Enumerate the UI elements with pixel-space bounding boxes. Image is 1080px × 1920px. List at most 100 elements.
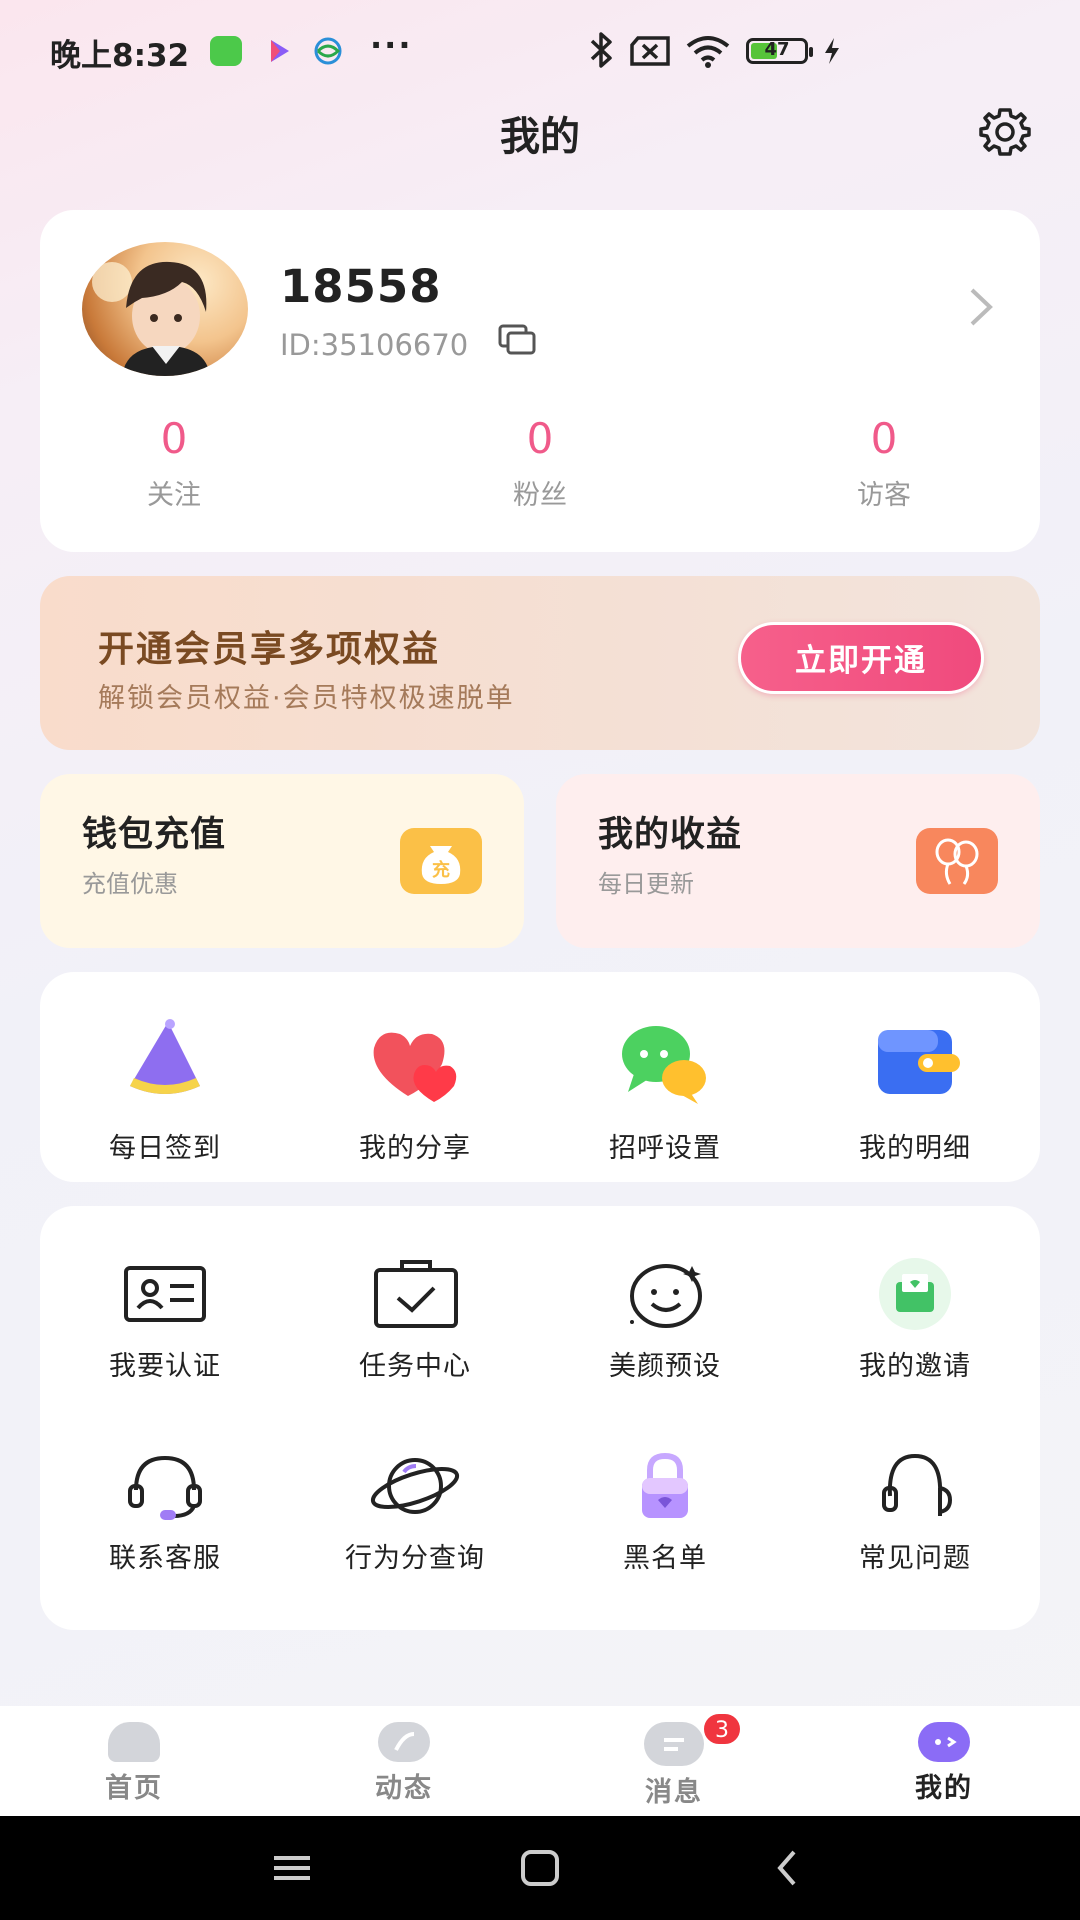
network-app-notification-icon: [312, 36, 344, 66]
bottom-nav: 首页 动态 消息 我的: [0, 1706, 1080, 1816]
no-sim-icon: [628, 36, 672, 70]
back-button[interactable]: [758, 1846, 818, 1890]
vip-banner[interactable]: 开通会员享多项权益 解锁会员权益·会员特权极速脱单 立即开通: [40, 576, 1040, 750]
recent-apps-button[interactable]: [262, 1846, 322, 1890]
profile-detail-button[interactable]: [966, 284, 996, 330]
padlock-icon: [610, 1450, 720, 1522]
vip-open-button[interactable]: 立即开通: [738, 622, 984, 694]
system-navigation-bar: [0, 1816, 1080, 1920]
invitation-envelope-icon: [860, 1258, 970, 1330]
app-notification-icon: [210, 36, 242, 66]
settings-button[interactable]: [972, 104, 1038, 164]
wallet-subtitle: 充值优惠: [82, 870, 178, 898]
menu-lines-icon: [274, 1856, 310, 1880]
user-id: ID:35106670: [280, 328, 469, 362]
my-invitation-item[interactable]: 我的邀请: [790, 1258, 1040, 1383]
nav-messages[interactable]: 消息: [574, 1706, 774, 1816]
profile-face-icon: [918, 1722, 970, 1762]
daily-checkin-item[interactable]: 每日签到: [40, 1016, 290, 1165]
wallet-title: 钱包充值: [82, 815, 227, 855]
money-bag-icon-text: 充: [432, 859, 450, 881]
bluetooth-icon: [588, 30, 616, 74]
headphones-icon: [860, 1450, 970, 1522]
greeting-settings-label: 招呼设置: [609, 1133, 721, 1164]
username: 18558: [280, 260, 442, 313]
fans-label: 粉丝: [513, 480, 567, 511]
nav-feed[interactable]: 动态: [304, 1706, 504, 1816]
chevron-left-icon: [777, 1850, 796, 1886]
copy-icon: [498, 324, 536, 355]
my-share-item[interactable]: 我的分享: [290, 1016, 540, 1165]
task-center-item[interactable]: 任务中心: [290, 1258, 540, 1383]
blacklist-label: 黑名单: [623, 1543, 707, 1574]
home-button[interactable]: [510, 1846, 570, 1890]
visitors-label: 访客: [857, 480, 911, 511]
task-center-label: 任务中心: [359, 1351, 471, 1382]
faq-item[interactable]: 常见问题: [790, 1450, 1040, 1575]
tools-card: 我要认证 任务中心 美颜预设 我的邀请 联系客服 行为分查询 黑名单 常见问题: [40, 1206, 1040, 1630]
nav-messages-label: 消息: [645, 1777, 703, 1808]
avatar[interactable]: [82, 242, 248, 376]
verification-label: 我要认证: [109, 1351, 221, 1382]
smiley-face-icon: [610, 1258, 720, 1330]
stat-fans[interactable]: 0 粉丝: [440, 414, 640, 512]
my-details-label: 我的明细: [859, 1133, 971, 1164]
charging-icon: [822, 36, 842, 70]
nav-feed-label: 动态: [375, 1773, 433, 1804]
chevron-right-icon: [970, 288, 993, 326]
square-icon: [521, 1850, 559, 1886]
hearts-icon: [360, 1016, 470, 1112]
message-count-badge: 3: [702, 1712, 742, 1746]
money-bag-icon: 充: [400, 828, 482, 894]
faq-label: 常见问题: [859, 1543, 971, 1574]
stat-following[interactable]: 0 关注: [74, 414, 274, 512]
beauty-presets-item[interactable]: 美颜预设: [540, 1258, 790, 1383]
daily-checkin-label: 每日签到: [109, 1133, 221, 1164]
my-share-label: 我的分享: [359, 1133, 471, 1164]
greeting-settings-item[interactable]: 招呼设置: [540, 1016, 790, 1165]
status-time: 晚上8:32: [50, 38, 190, 74]
balloons-icon: [916, 828, 998, 894]
my-details-item[interactable]: 我的明细: [790, 1016, 1040, 1165]
beauty-presets-label: 美颜预设: [609, 1351, 721, 1382]
wizard-hat-icon: [110, 1016, 220, 1112]
income-title: 我的收益: [598, 815, 743, 855]
profile-card: 18558 ID:35106670 0 关注 0 粉丝 0 访客: [40, 210, 1040, 552]
wifi-icon: [684, 34, 732, 72]
nav-home[interactable]: 首页: [34, 1706, 234, 1816]
income-subtitle: 每日更新: [598, 870, 694, 898]
verification-item[interactable]: 我要认证: [40, 1258, 290, 1383]
wallet-icon: [860, 1016, 970, 1112]
video-app-notification-icon: [262, 36, 294, 66]
message-icon: [644, 1722, 704, 1766]
stat-visitors[interactable]: 0 访客: [784, 414, 984, 512]
headset-icon: [110, 1450, 220, 1522]
customer-service-item[interactable]: 联系客服: [40, 1450, 290, 1575]
more-notifications-icon: ···: [370, 26, 413, 64]
feed-icon: [378, 1722, 430, 1762]
planet-icon: [360, 1450, 470, 1522]
vip-subtitle: 解锁会员权益·会员特权极速脱单: [98, 683, 515, 714]
battery-icon: 47: [746, 38, 813, 64]
page-title: 我的: [500, 114, 580, 160]
following-count: 0: [160, 414, 188, 463]
id-card-icon: [110, 1258, 220, 1330]
nav-profile[interactable]: 我的: [844, 1706, 1044, 1816]
blacklist-item[interactable]: 黑名单: [540, 1450, 790, 1575]
behavior-score-item[interactable]: 行为分查询: [290, 1450, 540, 1575]
home-icon: [108, 1722, 160, 1762]
quick-actions-card: 每日签到 我的分享 招呼设置 我的明细: [40, 972, 1040, 1182]
visitors-count: 0: [870, 414, 898, 463]
gear-icon: [979, 108, 1031, 156]
wallet-recharge-card[interactable]: 钱包充值 充值优惠 充: [40, 774, 524, 948]
my-invitation-label: 我的邀请: [859, 1351, 971, 1382]
status-bar: 晚上8:32 ··· 47: [0, 0, 1080, 100]
copy-id-button[interactable]: [496, 320, 540, 360]
battery-level: 47: [764, 39, 790, 60]
clipboard-check-icon: [360, 1258, 470, 1330]
following-label: 关注: [147, 480, 201, 511]
fans-count: 0: [526, 414, 554, 463]
vip-title: 开通会员享多项权益: [98, 629, 441, 670]
my-income-card[interactable]: 我的收益 每日更新: [556, 774, 1040, 948]
nav-profile-label: 我的: [915, 1773, 973, 1804]
